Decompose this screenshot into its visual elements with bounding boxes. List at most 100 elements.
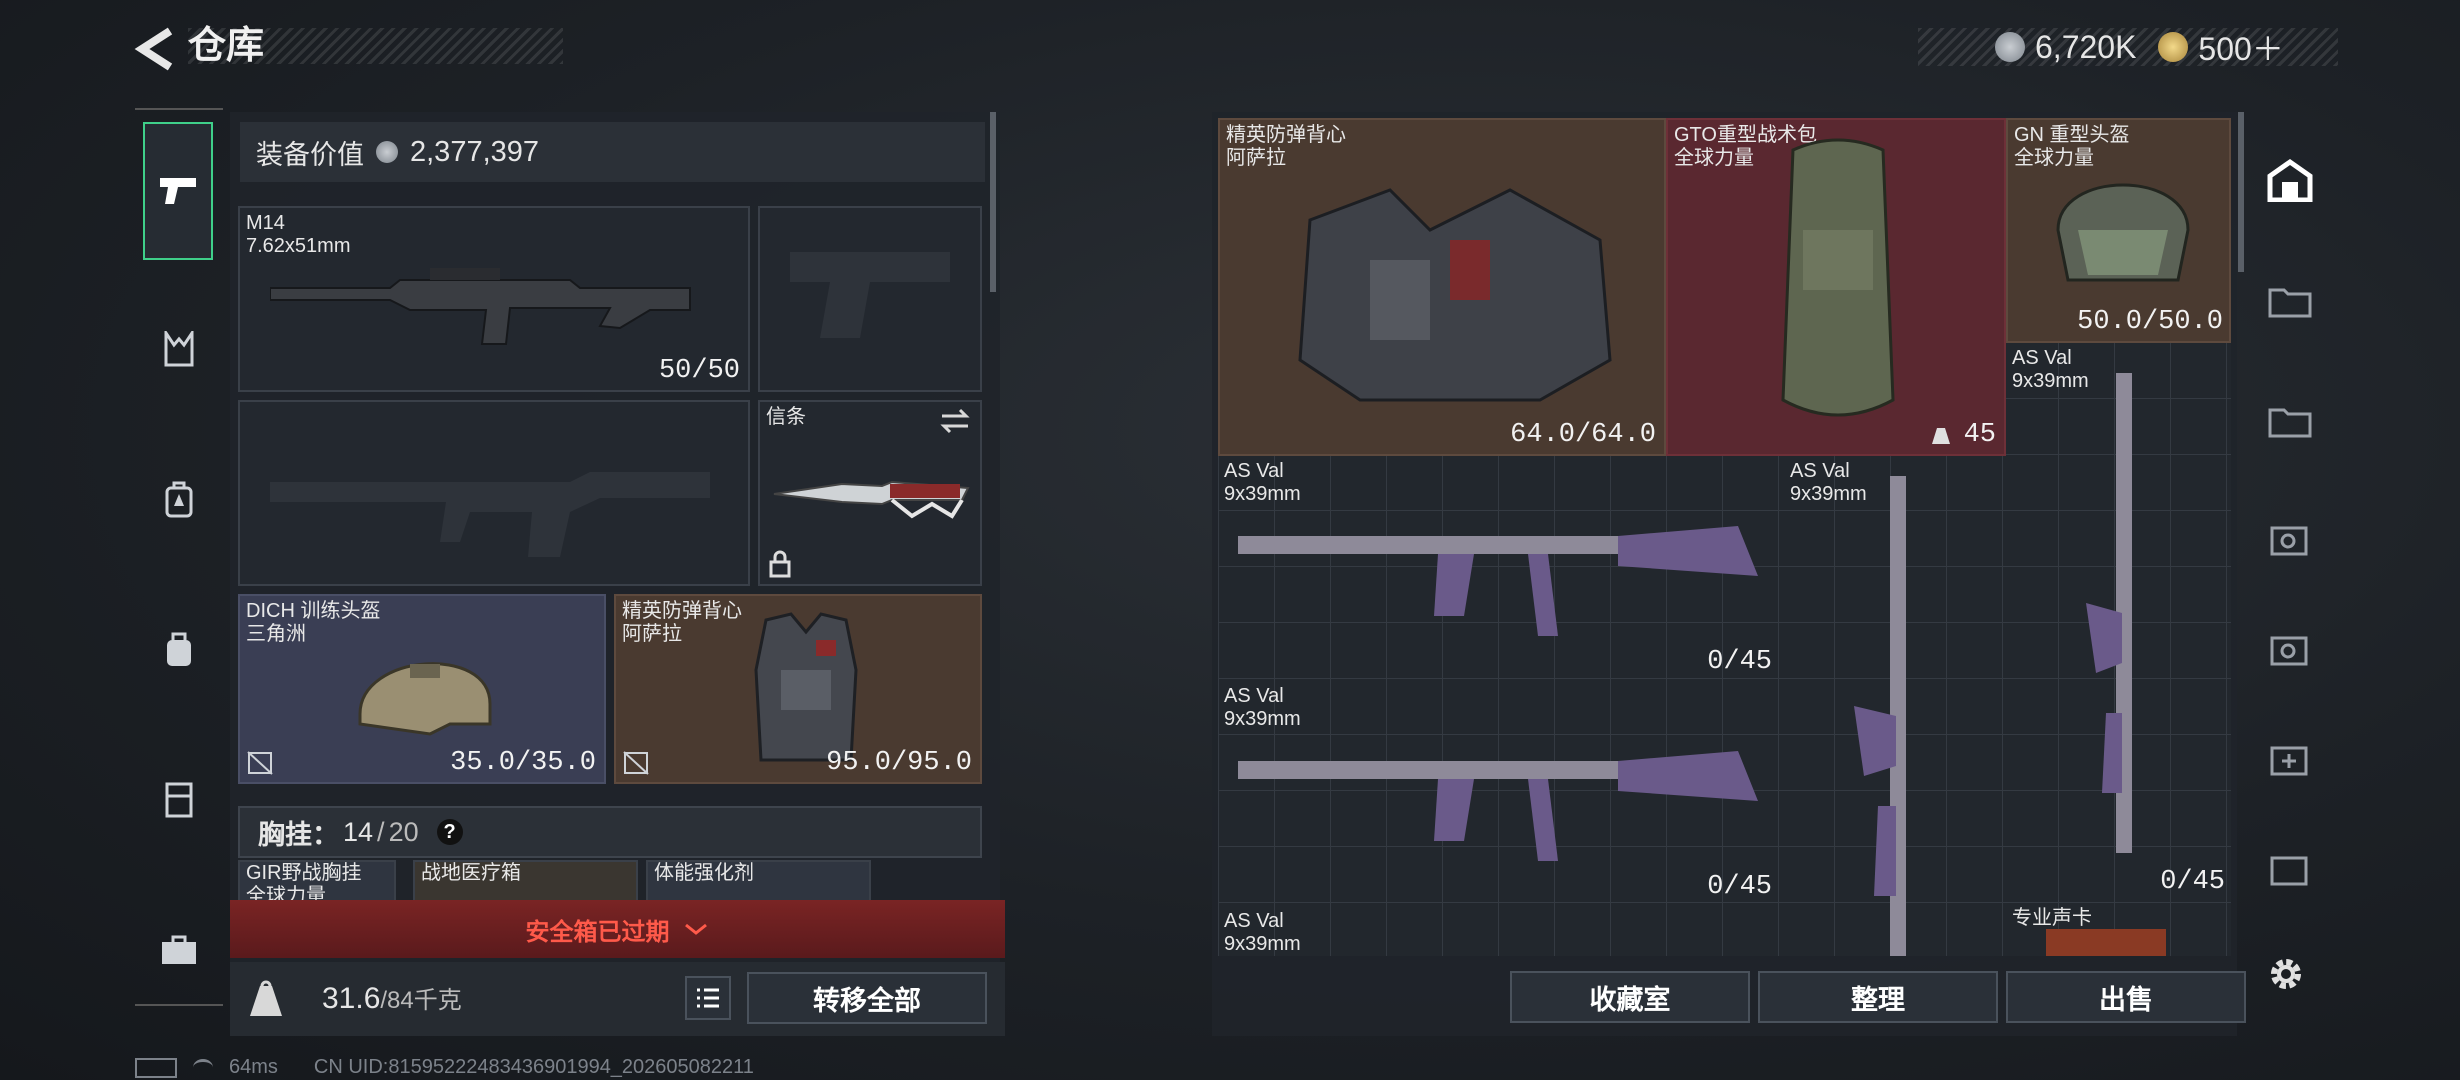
coin-icon xyxy=(1995,32,2025,62)
storage-item-rifle[interactable]: AS Val 9x39mm 0/45 xyxy=(1218,456,1784,681)
battery-icon xyxy=(135,1057,177,1078)
storage-item-backpack[interactable]: GTO重型战术包 全球力量 45 xyxy=(1666,118,2006,456)
storage-item-armor[interactable]: 精英防弹背心 阿萨拉 64.0/64.0 xyxy=(1218,118,1666,456)
heavy-helmet-image xyxy=(2056,183,2190,282)
storage-item-rifle[interactable]: AS Val 9x39mm xyxy=(1218,906,1784,956)
sidebar-item-case[interactable] xyxy=(149,910,209,990)
rig-capacity-sep: / xyxy=(377,816,385,847)
crate-iii-icon xyxy=(2270,856,2308,886)
chest-rig-icon xyxy=(164,331,194,367)
item-brand: 阿萨拉 xyxy=(1226,147,1286,169)
weight-bar: 31.6 /84千克 转移全部 xyxy=(230,962,1005,1036)
title-bar: 仓库 xyxy=(188,25,563,67)
rig-item[interactable]: 战地医疗箱 xyxy=(413,860,638,900)
armor-vest-image xyxy=(754,612,858,762)
wifi-icon xyxy=(193,1059,213,1076)
weapon-name: M14 xyxy=(246,212,285,234)
armor-slot[interactable]: 精英防弹背心 阿萨拉 95.0/95.0 xyxy=(614,594,982,784)
storage-item-soundcard[interactable]: 专业声卡 xyxy=(2006,903,2231,956)
briefcase-icon xyxy=(162,935,196,964)
equipment-value-bar: 装备价值 2,377,397 xyxy=(240,122,985,182)
secondary-weapon-slot[interactable] xyxy=(758,206,982,392)
settings-button[interactable] xyxy=(2262,950,2310,998)
item-value: 64.0/64.0 xyxy=(1510,420,1656,450)
rig-item-name: 体能强化剂 xyxy=(654,862,754,884)
help-icon[interactable]: ? xyxy=(436,819,463,845)
case-v-icon xyxy=(2270,526,2308,556)
tab-storage-iii[interactable] xyxy=(2258,838,2322,902)
rig-item-name: 战地医疗箱 xyxy=(421,862,521,884)
tab-storage-v[interactable] xyxy=(2258,508,2322,572)
page-title: 仓库 xyxy=(188,25,265,67)
weight-current: 31.6 xyxy=(322,982,381,1015)
as-val-rifle-image xyxy=(1854,476,1906,956)
storage-tabs xyxy=(2250,118,2330,958)
storage-scrollbar[interactable] xyxy=(2238,112,2244,272)
gold-coin-icon xyxy=(2158,32,2189,62)
armor-vest-image xyxy=(1298,188,1612,402)
sidebar-item-locker[interactable] xyxy=(149,760,209,840)
helmet-slot[interactable]: DICH 训练头盔 三角洲 35.0/35.0 xyxy=(238,594,606,784)
loadout-scrollbar[interactable] xyxy=(990,112,996,292)
rig-item[interactable]: 体能强化剂 xyxy=(646,860,871,900)
storage-item-rifle[interactable]: AS Val 9x39mm xyxy=(1784,456,2006,956)
as-val-rifle-image xyxy=(2086,373,2132,853)
backpack-icon xyxy=(165,481,193,518)
weight-max: /84千克 xyxy=(380,987,462,1014)
sidebar-item-backpack[interactable] xyxy=(149,460,209,540)
sidebar-item-rig[interactable] xyxy=(149,310,209,390)
equipment-value: 2,377,397 xyxy=(410,135,540,168)
premium-amount[interactable]: 500＋ xyxy=(2198,24,2283,70)
folder-iv-icon xyxy=(2268,288,2312,318)
pouch-icon xyxy=(167,632,191,666)
rig-label: 胸挂： xyxy=(258,819,339,850)
rig-item[interactable]: GIR野战胸挂 全球力量 xyxy=(238,860,396,900)
armor-durability: 95.0/95.0 xyxy=(826,748,972,778)
sidebar-item-pouch[interactable] xyxy=(149,610,209,690)
list-view-button[interactable] xyxy=(685,976,731,1020)
swap-icon[interactable] xyxy=(938,408,972,434)
weight-icon xyxy=(1932,428,1950,444)
armor-brand: 阿萨拉 xyxy=(622,623,682,645)
pistol-icon xyxy=(160,178,196,204)
tab-storage-iv-3[interactable] xyxy=(2258,618,2322,682)
chest-rig-header[interactable]: 胸挂： 14 / 20 ? xyxy=(238,806,982,858)
item-value: 0/45 xyxy=(1707,647,1772,677)
rig-items-row: GIR野战胸挂 全球力量 战地医疗箱 体能强化剂 xyxy=(238,860,982,900)
safebox-expired-banner[interactable]: 安全箱已过期 xyxy=(230,900,1005,958)
primary-weapon-slot[interactable]: M14 7.62x51mm 50/50 xyxy=(238,206,750,392)
rig-item-brand: 全球力量 xyxy=(246,885,326,900)
item-name: AS Val xyxy=(1224,910,1284,932)
storage-item-rifle[interactable]: AS Val 9x39mm 0/45 xyxy=(2006,343,2231,903)
back-arrow-icon xyxy=(134,27,173,71)
sell-button[interactable]: 出售 xyxy=(2006,971,2246,1023)
melee-slot[interactable]: 信条 xyxy=(758,400,982,586)
collection-room-button[interactable]: 收藏室 xyxy=(1510,971,1750,1023)
storage-item-rifle[interactable]: AS Val 9x39mm 0/45 xyxy=(1218,681,1784,906)
back-button[interactable] xyxy=(130,25,182,73)
rig-capacity: 20 xyxy=(388,816,419,847)
medical-case-icon xyxy=(2270,746,2308,776)
list-icon xyxy=(697,988,719,1008)
item-name: 专业声卡 xyxy=(2012,907,2092,929)
folder-iv-icon xyxy=(2268,408,2312,438)
item-name: AS Val xyxy=(2012,347,2072,369)
melee-name: 信条 xyxy=(766,406,806,428)
status-bar: 64ms CN UID:81595222483436901994_2026050… xyxy=(135,1056,754,1079)
sidebar-item-weapons[interactable] xyxy=(143,122,213,260)
storage-item-helmet[interactable]: GN 重型头盔 全球力量 50.0/50.0 xyxy=(2006,118,2231,343)
helmet-durability: 35.0/35.0 xyxy=(450,748,596,778)
weapon-ammo: 50/50 xyxy=(658,356,740,386)
transfer-all-button[interactable]: 转移全部 xyxy=(747,972,987,1024)
item-name: AS Val xyxy=(1224,685,1284,707)
item-value: 45 xyxy=(1963,420,1996,450)
tab-storage-ii[interactable] xyxy=(2258,728,2322,792)
organize-button[interactable]: 整理 xyxy=(1758,971,1998,1023)
storage-grid: 精英防弹背心 阿萨拉 64.0/64.0 GTO重型战术包 全球力量 45 GN… xyxy=(1218,118,2231,956)
backpack-image xyxy=(1781,138,1895,417)
item-caliber: 9x39mm xyxy=(1224,933,1301,955)
secondary-rifle-slot[interactable] xyxy=(238,400,750,586)
tab-storage-iv-2[interactable] xyxy=(2258,388,2322,452)
tab-storage-iv-1[interactable] xyxy=(2258,268,2322,332)
tab-all-storage[interactable] xyxy=(2258,148,2322,212)
